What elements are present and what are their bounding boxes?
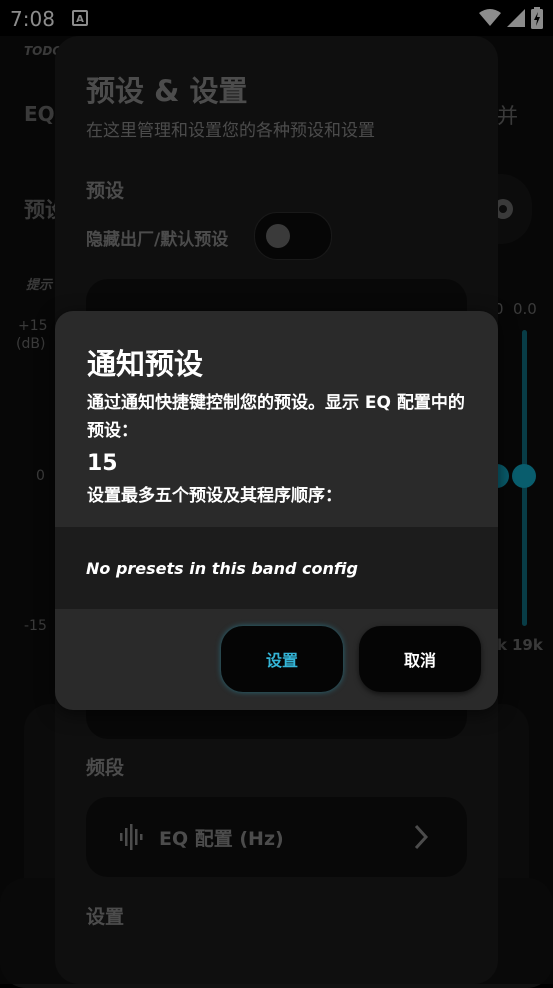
set-button[interactable]: 设置 [221, 626, 343, 692]
sheet-title: 预设 & 设置 [86, 74, 248, 108]
dialog-subtitle: 设置最多五个预设及其程序顺序： [87, 486, 342, 506]
status-time: 7:08 [10, 7, 55, 31]
band-config-row[interactable]: EQ 配置 (Hz) [86, 797, 467, 877]
cancel-button[interactable]: 取消 [359, 626, 481, 692]
band-slider-knob[interactable] [512, 464, 536, 488]
eq-label: EQ [24, 102, 55, 126]
section-presets: 预设 [86, 180, 125, 202]
band-value-2: 0.0 [513, 300, 537, 318]
hide-factory-presets-toggle[interactable] [254, 212, 332, 260]
waveform-icon [120, 824, 143, 850]
battery-icon [531, 7, 543, 29]
db-top-label: +15 [18, 318, 48, 334]
status-icons [479, 6, 543, 30]
wifi-icon [479, 9, 501, 26]
dialog-title: 通知预设 [87, 347, 204, 381]
status-bar: 7:08 A [0, 0, 553, 36]
freq-label-1: k [497, 636, 507, 654]
freq-label-2: 19k [512, 636, 543, 654]
toggle-thumb [266, 224, 290, 248]
preset-list: No presets in this band config [55, 527, 498, 609]
db-mid-label: 0 [36, 468, 45, 484]
notification-icon: A [72, 10, 88, 26]
chevron-right-icon [414, 824, 429, 850]
hide-factory-presets-label: 隐藏出厂/默认预设 [86, 230, 229, 250]
section-bands: 频段 [86, 757, 125, 779]
empty-message: No presets in this band config [86, 559, 358, 578]
section-settings: 设置 [86, 906, 125, 928]
preset-count: 15 [87, 451, 118, 476]
merge-label: 并 [497, 104, 518, 128]
band-config-label: EQ 配置 (Hz) [159, 828, 284, 850]
sheet-subtitle: 在这里管理和设置您的各种预设和设置 [86, 121, 375, 141]
db-bottom-label: -15 [24, 618, 47, 634]
notification-presets-dialog: 通知预设 通过通知快捷键控制您的预设。显示 EQ 配置中的预设： 15 设置最多… [55, 311, 498, 710]
signal-icon [507, 9, 525, 27]
db-unit-label: (dB) [16, 336, 46, 352]
hint-label: 提示 [26, 278, 53, 293]
dialog-description: 通过通知快捷键控制您的预设。显示 EQ 配置中的预设： [87, 393, 465, 441]
